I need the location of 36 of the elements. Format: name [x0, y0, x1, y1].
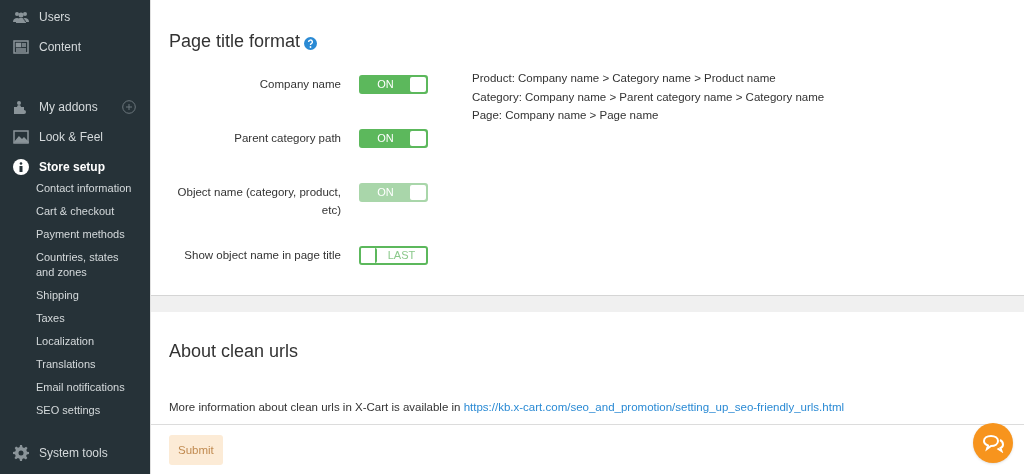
submenu-item[interactable]: Translations: [36, 357, 136, 372]
setting-label: Parent category path: [233, 131, 341, 146]
sidebar-item[interactable]: Content: [0, 39, 150, 55]
sidebar-item[interactable]: System tools: [0, 445, 150, 461]
sidebar-item[interactable]: Look & Feel: [0, 129, 150, 145]
submenu-item[interactable]: Contact information: [36, 181, 136, 196]
submenu-item[interactable]: SEO settings: [36, 403, 136, 418]
add-icon[interactable]: [122, 100, 136, 114]
help-icon[interactable]: [304, 36, 318, 50]
sidebar-item[interactable]: My addons: [0, 99, 150, 115]
format-example: Product: Company name > Category name > Product name: [472, 71, 777, 86]
submenu-item[interactable]: Taxes: [36, 311, 136, 326]
format-example: Category: Company name > Parent category name > Category name: [472, 89, 825, 105]
puzzle-icon: [13, 99, 29, 115]
users-icon: [13, 9, 29, 25]
submenu-item[interactable]: Cart & checkout: [36, 204, 136, 219]
chat-icon: [981, 433, 1005, 453]
format-example: Page: Company name > Page name: [472, 108, 660, 123]
submenu-item[interactable]: Localization: [36, 334, 136, 349]
sidebar-item[interactable]: Users: [0, 9, 150, 25]
image-icon: [13, 129, 29, 145]
kb-link[interactable]: https://kb.x-cart.com/seo_and_promotion/setting_up_seo-friendly_urls.html: [463, 401, 845, 413]
submenu-item[interactable]: Payment methods: [36, 227, 136, 242]
setting-label: Object name (category, product, etc): [176, 185, 341, 218]
sidebar-item[interactable]: Store setup: [0, 159, 150, 175]
setting-label: Company name: [258, 77, 341, 92]
submenu-item[interactable]: Email notifications: [36, 380, 136, 395]
section-title: Page title format: [169, 30, 301, 53]
newspaper-icon: [13, 39, 29, 55]
submenu-item[interactable]: Countries, states and zones: [36, 250, 136, 280]
settings-icon: [13, 445, 29, 461]
section-title: About clean urls: [169, 340, 300, 363]
info-icon: [13, 159, 29, 175]
info-text: More information about clean urls in X-Cart is available in https://kb.x-cart.com/seo_and_promotion/setting_up_seo-friendly_urls.html: [169, 400, 846, 415]
setting-label: Show object name in page title: [183, 248, 341, 263]
submenu-item[interactable]: Shipping: [36, 288, 136, 303]
